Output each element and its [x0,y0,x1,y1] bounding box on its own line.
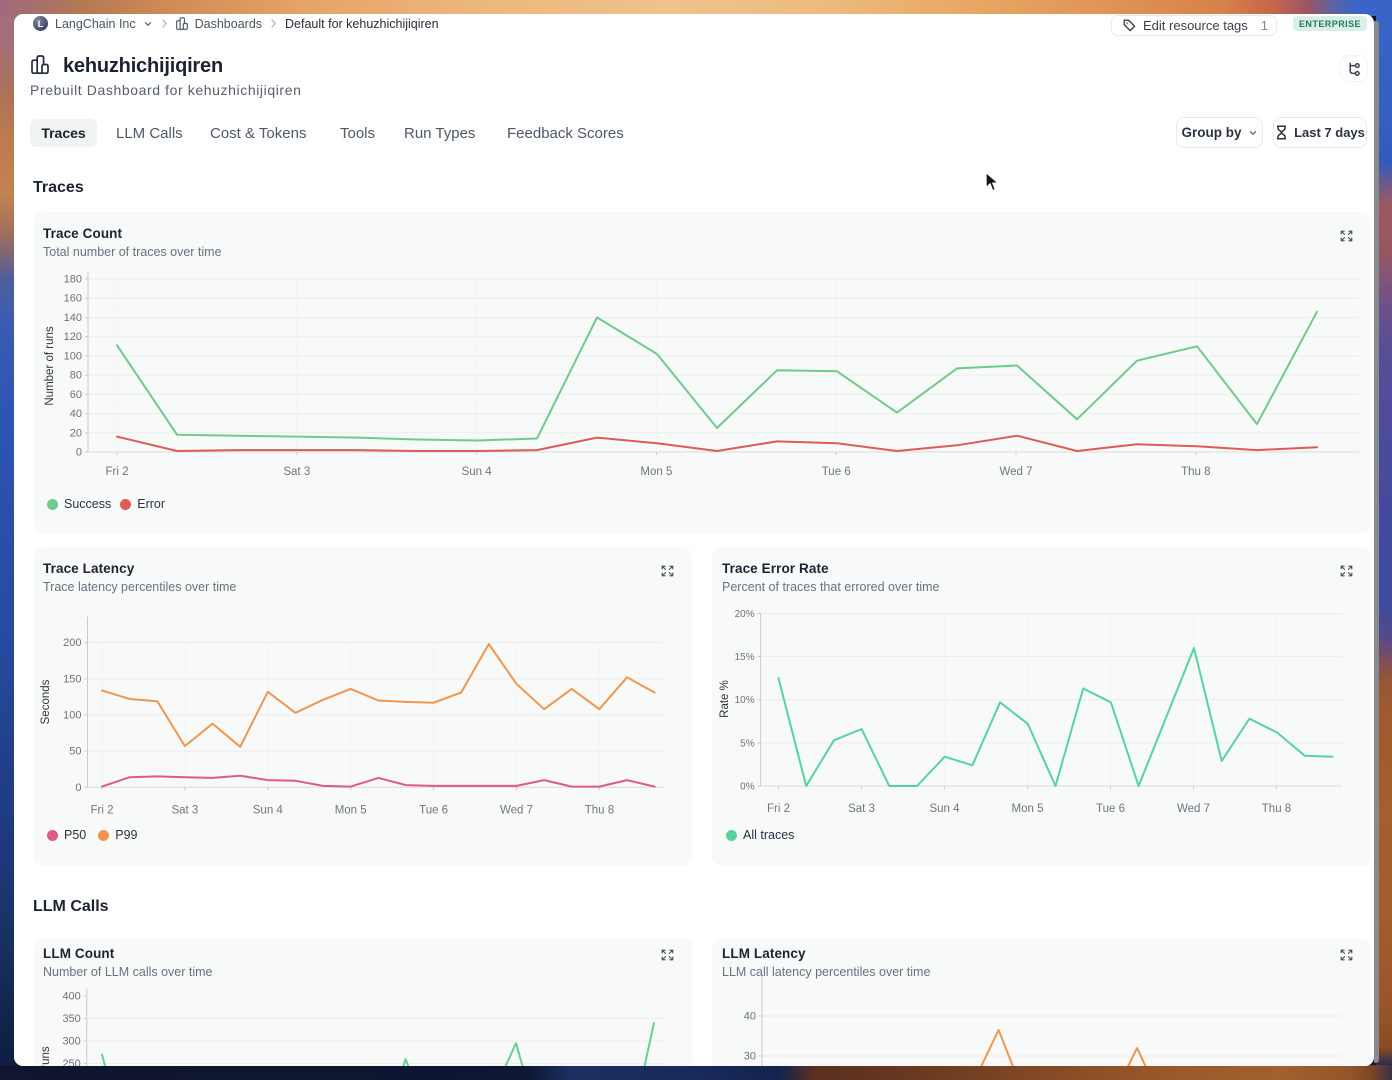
svg-text:Sun 4: Sun 4 [929,803,960,815]
svg-text:40: 40 [744,1011,756,1023]
svg-text:Sun 4: Sun 4 [462,466,493,478]
svg-text:400: 400 [62,991,80,1003]
svg-text:Tue 6: Tue 6 [1096,803,1125,815]
svg-text:60: 60 [70,389,82,401]
svg-text:300: 300 [62,1036,80,1048]
svg-text:160: 160 [64,293,82,305]
svg-text:250: 250 [62,1058,80,1066]
svg-text:15%: 15% [735,652,755,663]
svg-text:Number of runs: Number of runs [40,1046,52,1066]
svg-text:350: 350 [62,1013,80,1025]
svg-text:100: 100 [63,709,81,721]
svg-text:Rate %: Rate % [719,680,731,718]
svg-text:30: 30 [744,1051,756,1063]
svg-text:140: 140 [64,312,82,324]
svg-text:10%: 10% [735,695,755,706]
svg-text:200: 200 [63,637,81,649]
svg-text:50: 50 [69,746,81,758]
svg-text:Tue 6: Tue 6 [419,804,448,816]
svg-text:120: 120 [64,331,82,343]
svg-text:Thu 8: Thu 8 [1181,466,1210,478]
svg-text:Sat 3: Sat 3 [848,803,875,815]
svg-text:40: 40 [70,408,82,420]
svg-text:Number of runs: Number of runs [44,326,56,406]
svg-text:Mon 5: Mon 5 [1012,803,1044,815]
svg-text:Sat 3: Sat 3 [171,804,198,816]
svg-text:80: 80 [70,370,82,382]
svg-text:Wed 7: Wed 7 [1177,803,1210,815]
svg-text:5%: 5% [740,738,755,749]
svg-text:Seconds: Seconds [717,1065,729,1066]
svg-text:Sat 3: Sat 3 [283,466,310,478]
svg-text:Sun 4: Sun 4 [253,804,284,816]
svg-text:150: 150 [63,673,81,685]
svg-text:180: 180 [64,274,82,286]
svg-text:Wed 7: Wed 7 [500,804,533,816]
svg-text:Fri 2: Fri 2 [91,804,114,816]
svg-text:0: 0 [76,447,82,459]
svg-text:20: 20 [70,427,82,439]
svg-text:Mon 5: Mon 5 [335,804,367,816]
svg-text:Wed 7: Wed 7 [999,466,1032,478]
svg-text:0%: 0% [740,782,755,793]
svg-text:Tue 6: Tue 6 [822,466,851,478]
svg-text:Thu 8: Thu 8 [1262,803,1291,815]
svg-text:20%: 20% [735,609,755,620]
svg-text:Mon 5: Mon 5 [640,466,672,478]
svg-text:0: 0 [75,782,81,794]
svg-text:Fri 2: Fri 2 [767,803,790,815]
svg-text:100: 100 [64,350,82,362]
svg-text:Fri 2: Fri 2 [106,466,129,478]
svg-text:Thu 8: Thu 8 [585,804,614,816]
svg-text:Seconds: Seconds [40,679,52,724]
